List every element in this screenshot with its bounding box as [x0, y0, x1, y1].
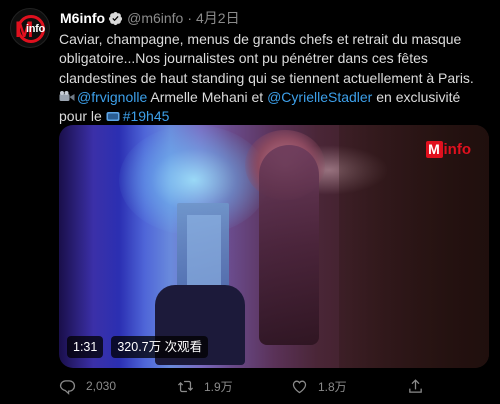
video-camera-emoji-icon — [59, 90, 75, 101]
watermark-letter: M — [425, 140, 443, 158]
avatar-brand-text: info — [26, 23, 45, 35]
tweet-date[interactable]: 4月2日 — [196, 8, 240, 28]
author-handle[interactable]: @m6info — [127, 10, 183, 26]
m6info-watermark-logo: M info — [425, 140, 472, 158]
tv-emoji-icon — [106, 112, 120, 122]
hashtag-19h45[interactable]: #19h45 — [123, 108, 170, 124]
tweet-text: Caviar, champagne, menus de grands chefs… — [59, 30, 489, 126]
retweet-icon — [177, 380, 194, 392]
share-icon — [409, 378, 422, 393]
mention-frvignolle[interactable]: @frvignolle — [77, 89, 147, 105]
like-icon — [292, 380, 307, 393]
share-button[interactable] — [407, 378, 434, 395]
retweet-button[interactable]: 1.9万 — [177, 378, 233, 395]
video-duration: 1:31 — [67, 336, 104, 358]
video-player[interactable]: M info 1:31 320.7万 次观看 — [59, 125, 489, 368]
tweet[interactable]: M info M6info @m6info · 4月2日 Caviar, cha… — [0, 0, 500, 404]
reply-count: 2,030 — [86, 379, 117, 393]
reply-icon — [59, 379, 76, 395]
retweet-count: 1.9万 — [204, 379, 233, 394]
like-button[interactable]: 1.8万 — [291, 378, 347, 395]
mention-cyriellestadler[interactable]: @CyrielleStadler — [267, 89, 372, 105]
video-frame-shadow — [339, 125, 489, 368]
video-info-badges: 1:31 320.7万 次观看 — [67, 336, 209, 358]
reply-button[interactable]: 2,030 — [59, 378, 116, 395]
video-frame-figure — [259, 145, 319, 345]
tweet-text-part2: Armelle Mehani et — [147, 88, 268, 105]
avatar[interactable]: M info — [10, 8, 50, 48]
video-view-count: 320.7万 次观看 — [111, 336, 209, 358]
tweet-header: M6info @m6info · 4月2日 — [60, 9, 240, 27]
separator-dot: · — [187, 10, 193, 26]
like-count: 1.8万 — [318, 379, 347, 394]
tweet-actions: 2,030 1.9万 1.8万 — [59, 376, 489, 396]
watermark-text: info — [443, 140, 472, 158]
tweet-text-part1: Caviar, champagne, menus de grands chefs… — [59, 31, 474, 86]
author-name[interactable]: M6info — [60, 10, 105, 26]
verified-badge-icon — [109, 11, 123, 25]
